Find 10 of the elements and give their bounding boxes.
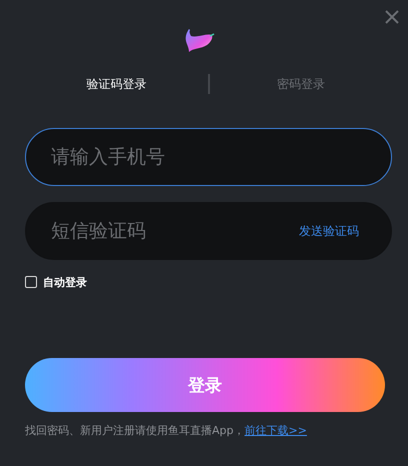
footer-text: 找回密码、新用户注册请使用鱼耳直播App，: [25, 423, 244, 438]
close-icon[interactable]: [385, 10, 399, 24]
auto-login-checkbox[interactable]: [25, 276, 37, 288]
phone-field[interactable]: 请输入手机号: [25, 128, 392, 186]
send-code-link[interactable]: 发送验证码: [299, 223, 359, 240]
login-tab[interactable]: 验证码登录: [25, 76, 208, 92]
login-tab[interactable]: 密码登录: [210, 76, 392, 92]
download-link[interactable]: 前往下载>>: [244, 423, 307, 438]
login-button[interactable]: 登录: [25, 358, 385, 412]
auto-login-label: 自动登录: [43, 274, 87, 290]
